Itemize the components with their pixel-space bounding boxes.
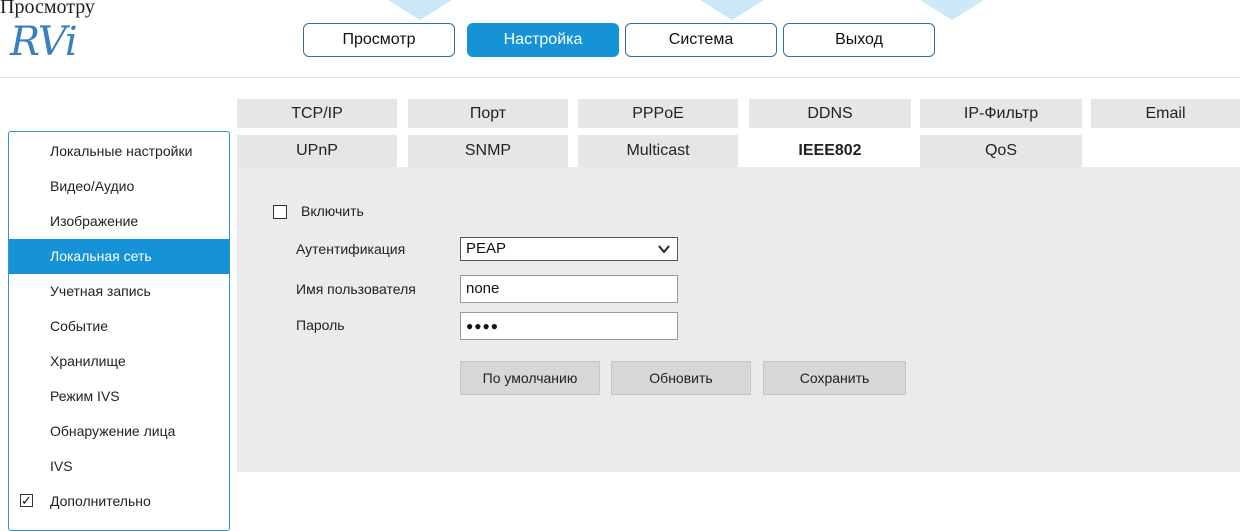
- sidebar-item-label: IVS: [50, 458, 73, 474]
- password-input[interactable]: ●●●●: [460, 312, 678, 340]
- tab-pppoe[interactable]: PPPoE: [578, 99, 738, 128]
- tab-ip-filter[interactable]: IP-Фильтр: [920, 99, 1082, 128]
- enable-checkbox[interactable]: [273, 205, 287, 219]
- sidebar-item-label: Хранилище: [50, 353, 126, 369]
- nav-logout-button[interactable]: Выход: [783, 23, 935, 57]
- tab-upnp[interactable]: UPnP: [237, 135, 397, 167]
- sidebar-item-label: Событие: [50, 318, 108, 334]
- decorative-triangle: [920, 0, 984, 20]
- sidebar-item-video-audio[interactable]: Видео/Аудио: [9, 169, 229, 204]
- tab-multicast[interactable]: Multicast: [578, 135, 738, 167]
- sidebar-item-account[interactable]: Учетная запись: [9, 274, 229, 309]
- sidebar-item-label: Видео/Аудио: [50, 178, 135, 194]
- sidebar-item-label: Обнаружение лица: [50, 423, 176, 439]
- sidebar-item-advanced[interactable]: ✓ Дополнительно: [9, 484, 229, 519]
- tab-email[interactable]: Email: [1091, 99, 1240, 128]
- sidebar-item-event[interactable]: Событие: [9, 309, 229, 344]
- sidebar-item-network[interactable]: Локальная сеть: [9, 239, 229, 274]
- sidebar-item-ivs[interactable]: IVS: [9, 449, 229, 484]
- enable-label: Включить: [301, 203, 364, 219]
- auth-select[interactable]: PEAP: [460, 237, 678, 261]
- sidebar-item-local-settings[interactable]: Локальные настройки: [9, 134, 229, 169]
- sidebar-item-label: Локальные настройки: [50, 143, 193, 159]
- sidebar-item-image[interactable]: Изображение: [9, 204, 229, 239]
- nav-view-button[interactable]: Просмотр: [303, 23, 455, 57]
- sidebar-item-label: Локальная сеть: [50, 248, 152, 264]
- decorative-triangle: [700, 0, 764, 20]
- settings-sidebar: Локальные настройки Видео/Аудио Изображе…: [8, 131, 230, 531]
- sidebar-item-label: Учетная запись: [50, 283, 151, 299]
- sidebar-item-label: Дополнительно: [50, 493, 151, 509]
- decorative-triangle: [388, 0, 452, 20]
- username-input[interactable]: none: [460, 275, 678, 303]
- sidebar-item-storage[interactable]: Хранилище: [9, 344, 229, 379]
- sidebar-item-ivs-mode[interactable]: Режим IVS: [9, 379, 229, 414]
- tab-ieee802[interactable]: IEEE802: [749, 135, 911, 167]
- chevron-down-icon: [657, 240, 671, 262]
- tab-snmp[interactable]: SNMP: [408, 135, 568, 167]
- sidebar-item-face-detection[interactable]: Обнаружение лица: [9, 414, 229, 449]
- ieee802-settings-panel: [237, 167, 1240, 472]
- refresh-button[interactable]: Обновить: [611, 361, 751, 395]
- tab-ddns[interactable]: DDNS: [749, 99, 911, 128]
- sidebar-item-label: Режим IVS: [50, 388, 120, 404]
- header-caption: Просмотру: [0, 0, 95, 18]
- password-label: Пароль: [296, 317, 345, 333]
- header-divider: [0, 77, 1240, 78]
- nav-settings-button[interactable]: Настройка: [467, 23, 619, 57]
- default-button[interactable]: По умолчанию: [460, 361, 600, 395]
- tab-tcpip[interactable]: TCP/IP: [237, 99, 397, 128]
- sidebar-item-label: Изображение: [50, 213, 139, 229]
- checkbox-checked-icon[interactable]: ✓: [20, 494, 33, 507]
- auth-label: Аутентификация: [296, 241, 406, 257]
- username-label: Имя пользователя: [296, 281, 416, 297]
- auth-select-value: PEAP: [466, 240, 507, 257]
- tab-qos[interactable]: QoS: [920, 135, 1082, 167]
- tab-port[interactable]: Порт: [408, 99, 568, 128]
- save-button[interactable]: Сохранить: [763, 361, 906, 395]
- nav-system-button[interactable]: Система: [625, 23, 777, 57]
- rvi-logo: RVi: [10, 19, 78, 65]
